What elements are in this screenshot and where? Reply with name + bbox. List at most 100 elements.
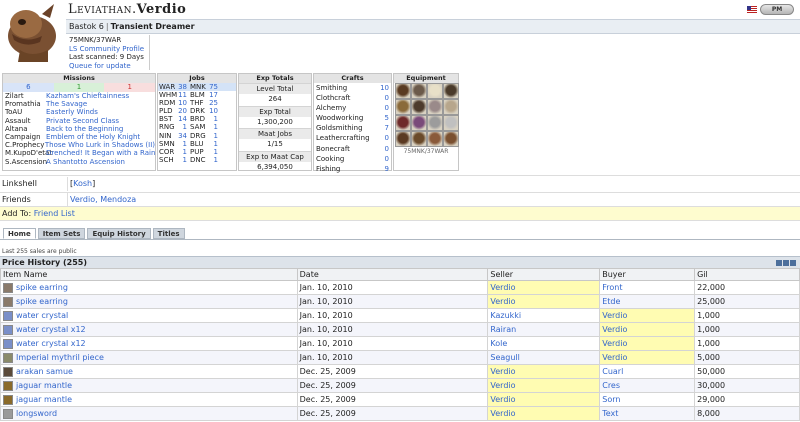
craft-row: Alchemy 0: [314, 103, 391, 113]
item-name-link[interactable]: water crystal x12: [16, 325, 86, 334]
craft-level[interactable]: 0: [385, 133, 389, 143]
equipment-slot[interactable]: [395, 115, 411, 131]
friends-list[interactable]: Verdio, Mendoza: [68, 195, 136, 204]
equipment-slot[interactable]: [411, 115, 427, 131]
linkshell-link[interactable]: Kosh: [73, 179, 92, 188]
item-name-link[interactable]: Imperial mythril piece: [16, 353, 104, 362]
buyer-link[interactable]: Cres: [599, 378, 696, 393]
item-name-link[interactable]: jaguar mantle: [16, 395, 72, 404]
craft-level[interactable]: 0: [385, 103, 389, 113]
queue-update-link[interactable]: Queue for update: [69, 62, 146, 71]
equipment-slot[interactable]: [443, 115, 459, 131]
item-name-link[interactable]: spike earring: [16, 283, 68, 292]
craft-level[interactable]: 10: [380, 83, 389, 93]
buyer-link[interactable]: Front: [599, 280, 696, 295]
equipment-slot[interactable]: [427, 83, 443, 99]
seller-link[interactable]: Verdio: [487, 378, 601, 393]
col-buyer[interactable]: Buyer: [599, 268, 696, 281]
job-level: 1: [213, 155, 218, 164]
seller-link[interactable]: Kazukki: [487, 308, 601, 323]
mission-value[interactable]: The Savage: [46, 100, 155, 108]
add-to-label: Add To:: [2, 209, 32, 218]
seller-link[interactable]: Rairan: [487, 322, 601, 337]
seller-link[interactable]: Verdio: [487, 280, 601, 295]
craft-level[interactable]: 7: [385, 123, 389, 133]
item-name-link[interactable]: longsword: [16, 409, 57, 418]
equipment-slot[interactable]: [443, 83, 459, 99]
mission-key: C.Prophecy: [5, 141, 45, 150]
buyer-link[interactable]: Verdio: [599, 308, 696, 323]
buyer-link[interactable]: Verdio: [599, 350, 696, 365]
job-name: WHM: [159, 91, 178, 100]
equipment-slot[interactable]: [427, 99, 443, 115]
craft-level[interactable]: 0: [385, 144, 389, 154]
seller-link[interactable]: Verdio: [487, 392, 601, 407]
equipment-slot[interactable]: [411, 131, 427, 147]
col-item-name[interactable]: Item Name: [0, 268, 298, 281]
table-row: water crystal x12 Jan. 10, 2010 Kole Verdio…: [0, 336, 800, 351]
seller-link[interactable]: Verdio: [487, 364, 601, 379]
maat-jobs: 1/15: [267, 140, 283, 148]
buyer-link[interactable]: Sorn: [599, 392, 696, 407]
tab-titles[interactable]: Titles: [152, 228, 185, 239]
job-list: WAR 38 MNK 75 WHM 11 BLM 17 RDM 10 THF 25 PLD 20 DRK 10…: [158, 83, 236, 164]
craft-level[interactable]: 5: [385, 113, 389, 123]
craft-level[interactable]: 0: [385, 154, 389, 164]
tab-item-sets[interactable]: Item Sets: [37, 228, 86, 239]
equipment-slot[interactable]: [427, 131, 443, 147]
friend-list-link[interactable]: Friend List: [34, 209, 75, 218]
mission-value[interactable]: Drenched! It Began with a Raindrop: [46, 149, 155, 157]
job-level: 1: [213, 139, 218, 148]
equipment-slot[interactable]: [411, 83, 427, 99]
mission-value[interactable]: Easterly Winds: [46, 108, 155, 116]
date-cell: Jan. 10, 2010: [296, 322, 489, 337]
mission-row: Campaign Emblem of the Holy Knight: [3, 133, 155, 141]
craft-level[interactable]: 9: [385, 164, 389, 174]
col-date[interactable]: Date: [296, 268, 489, 281]
buyer-link[interactable]: Verdio: [599, 336, 696, 351]
equipment-slot[interactable]: [395, 99, 411, 115]
craft-row: Clothcraft 0: [314, 93, 391, 103]
col-gil[interactable]: Gil: [694, 268, 800, 281]
seller-link[interactable]: Verdio: [487, 406, 601, 421]
item-name-link[interactable]: water crystal x12: [16, 339, 86, 348]
job-level: 1: [182, 155, 187, 164]
equipment-slot[interactable]: [395, 83, 411, 99]
close-icon[interactable]: [790, 260, 796, 266]
job-name: THF: [190, 99, 204, 108]
mission-value[interactable]: Kazham's Chieftainness: [46, 92, 155, 100]
equipment-slot[interactable]: [411, 99, 427, 115]
tab-home[interactable]: Home: [3, 228, 36, 239]
edit-icon[interactable]: [783, 260, 789, 266]
item-name-link[interactable]: water crystal: [16, 311, 68, 320]
buyer-link[interactable]: Verdio: [599, 322, 696, 337]
community-profile-link[interactable]: LS Community Profile: [69, 45, 146, 54]
linkshell-label: Linkshell: [0, 176, 68, 191]
seller-link[interactable]: Seagull: [487, 350, 601, 365]
tab-equip-history[interactable]: Equip History: [87, 228, 151, 239]
pm-button[interactable]: PM: [760, 4, 794, 15]
col-seller[interactable]: Seller: [487, 268, 601, 281]
equipment-slot[interactable]: [427, 115, 443, 131]
equipment-slot[interactable]: [443, 131, 459, 147]
buyer-link[interactable]: Etde: [599, 294, 696, 309]
minimize-icon[interactable]: [776, 260, 782, 266]
mission-value[interactable]: Emblem of the Holy Knight: [46, 133, 155, 141]
item-name-link[interactable]: jaguar mantle: [16, 381, 72, 390]
item-name-link[interactable]: arakan samue: [16, 367, 73, 376]
seller-link[interactable]: Verdio: [487, 294, 601, 309]
buyer-link[interactable]: Cuarl: [599, 364, 696, 379]
mission-value[interactable]: Private Second Class: [46, 117, 155, 125]
mission-value[interactable]: Back to the Beginning: [46, 125, 155, 133]
craft-row: Smithing 10: [314, 83, 391, 93]
gil-cell: 8,000: [694, 406, 800, 421]
buyer-link[interactable]: Text: [599, 406, 696, 421]
mission-value[interactable]: Those Who Lurk in Shadows (II): [45, 141, 155, 149]
mission-value[interactable]: A Shantotto Ascension: [46, 158, 155, 166]
craft-level[interactable]: 0: [385, 93, 389, 103]
equipment-slot[interactable]: [395, 131, 411, 147]
us-flag-icon[interactable]: [747, 6, 757, 13]
seller-link[interactable]: Kole: [487, 336, 601, 351]
item-name-link[interactable]: spike earring: [16, 297, 68, 306]
equipment-slot[interactable]: [443, 99, 459, 115]
